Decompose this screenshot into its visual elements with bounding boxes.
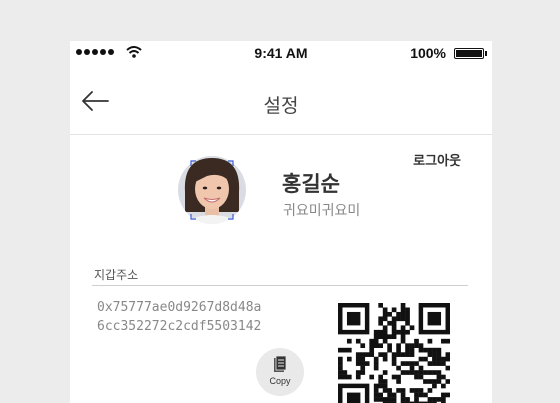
navigation-bar: 설정 bbox=[70, 67, 492, 135]
user-id: 귀요미귀요미 bbox=[283, 203, 361, 219]
app-screen: 9:41 AM 100% 설정 로그아웃 홍길순 귀요미귀요미 지갑주소 0x7… bbox=[70, 41, 492, 403]
qr-code-icon bbox=[338, 303, 450, 403]
copy-label: Copy bbox=[269, 376, 291, 386]
wallet-address-label: 지갑주소 bbox=[94, 268, 139, 282]
divider bbox=[92, 285, 468, 286]
document-copy-icon bbox=[274, 355, 287, 372]
user-name: 홍길순 bbox=[282, 172, 340, 196]
wallet-address-line-2: 6cc352272c2cdf5503142 bbox=[97, 319, 262, 334]
wallet-address[interactable]: 0x75777ae0d9267d8d48a 6cc352272c2cdf5503… bbox=[97, 298, 261, 336]
copy-button[interactable]: Copy bbox=[256, 348, 304, 396]
battery-fill bbox=[456, 50, 482, 57]
page-title: 설정 bbox=[263, 95, 299, 117]
battery-icon bbox=[454, 48, 487, 59]
wallet-address-line-1: 0x75777ae0d9267d8d48a bbox=[97, 300, 262, 315]
avatar bbox=[178, 156, 246, 224]
logout-button[interactable]: 로그아웃 bbox=[413, 150, 461, 169]
status-bar: 9:41 AM 100% bbox=[70, 41, 492, 67]
battery-percent: 100% bbox=[410, 45, 446, 61]
